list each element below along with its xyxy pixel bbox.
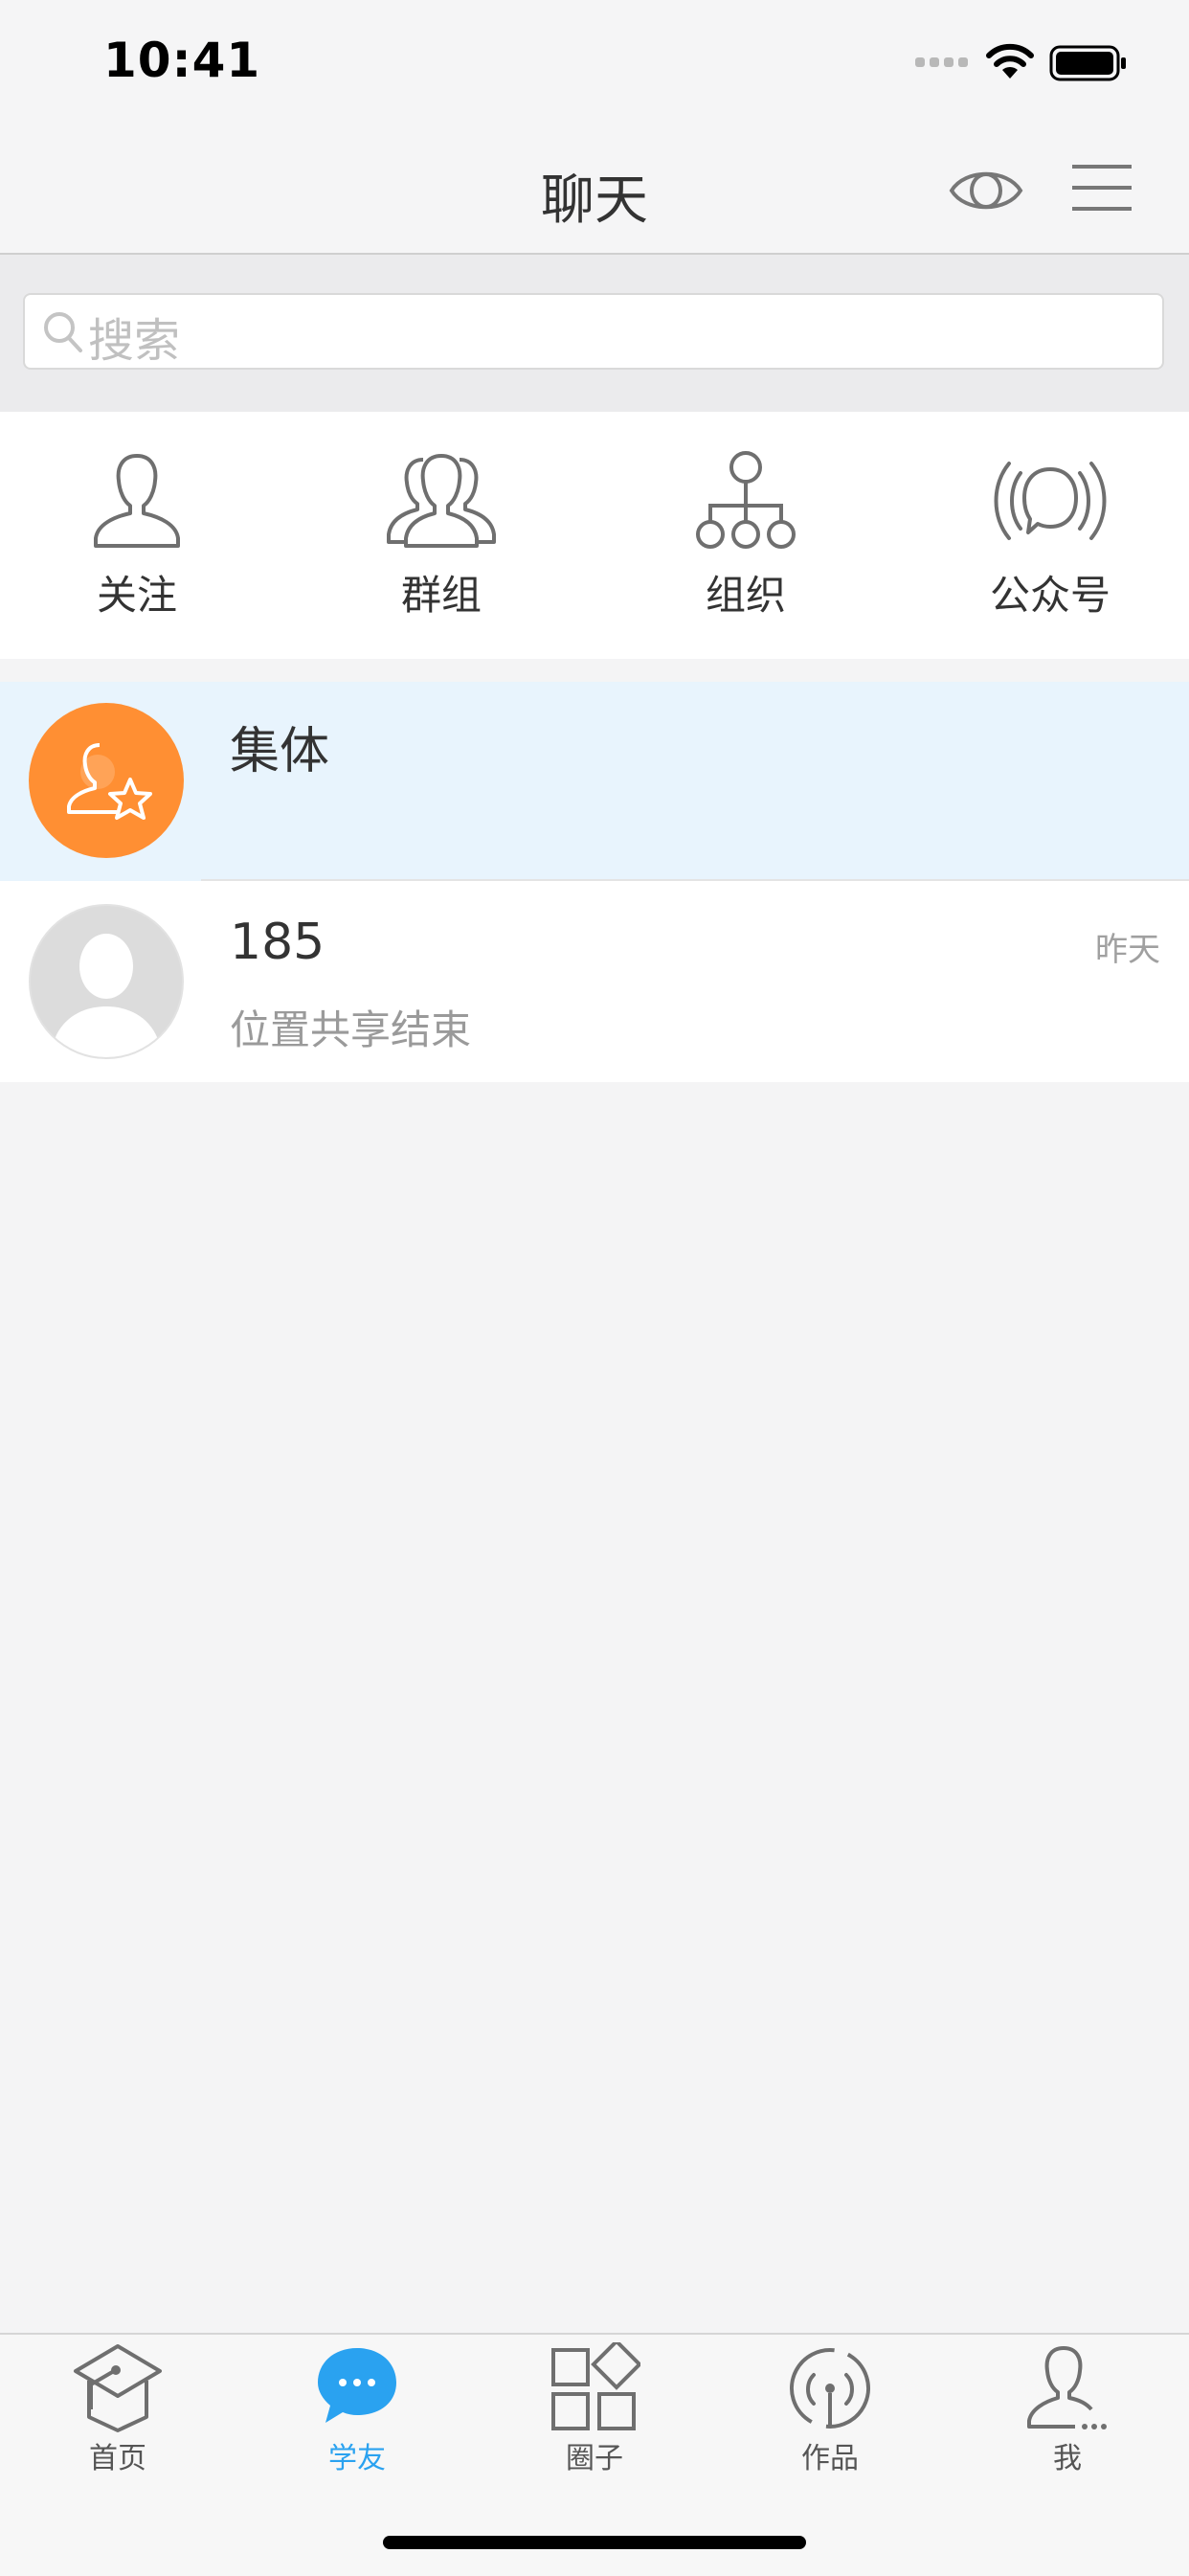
battery-icon [1049,45,1126,81]
group-avatar [29,703,184,858]
person-icon [94,454,180,548]
broadcast-chat-icon [994,462,1107,540]
shortcut-label: 关注 [96,572,177,619]
tab-friends[interactable]: 学友 [261,2342,453,2475]
group-star-icon [67,743,152,820]
tab-home[interactable]: 首页 [22,2342,213,2475]
eye-button[interactable] [948,159,1024,222]
status-time: 10:41 [103,33,261,88]
search-icon [44,312,82,352]
person-icon [1027,2346,1107,2429]
graduation-cap-icon [74,2344,162,2432]
shortcut-label: 群组 [400,572,482,619]
tab-label: 首页 [89,2442,146,2475]
tab-label: 学友 [328,2442,386,2475]
chat-preview: 位置共享结束 [230,1006,472,1053]
people-icon [387,454,496,548]
eye-icon [949,171,1023,210]
grid-squares-icon [551,2342,640,2430]
tab-label: 我 [1053,2442,1082,2475]
wifi-icon [986,43,1034,79]
default-user-icon [51,934,162,1057]
shortcut-groups[interactable]: 群组 [336,450,547,632]
shortcut-follow[interactable]: 关注 [32,450,242,632]
tab-circle[interactable]: 圈子 [499,2342,690,2475]
shortcut-label: 公众号 [989,572,1110,619]
shortcut-organization[interactable]: 组织 [640,450,851,632]
home-indicator[interactable] [383,2536,806,2549]
chat-bubble-icon [318,2348,396,2423]
user-avatar [29,904,184,1059]
search-placeholder: 搜索 [88,314,181,368]
tab-me[interactable]: 我 [972,2342,1163,2475]
chat-name: 185 [230,914,325,971]
shortcut-label: 组织 [705,572,786,619]
broadcast-icon [790,2348,870,2429]
signal-dots-icon [915,57,968,67]
shortcut-public-account[interactable]: 公众号 [945,450,1155,632]
menu-icon [1072,165,1132,211]
org-chart-icon [696,451,796,549]
menu-button[interactable] [1070,159,1133,216]
chat-name: 集体 [230,723,330,780]
tab-label: 作品 [801,2442,859,2475]
tab-works[interactable]: 作品 [734,2342,926,2475]
tab-label: 圈子 [566,2442,623,2475]
chat-timestamp: 昨天 [1095,931,1160,969]
search-input[interactable] [23,293,1164,370]
